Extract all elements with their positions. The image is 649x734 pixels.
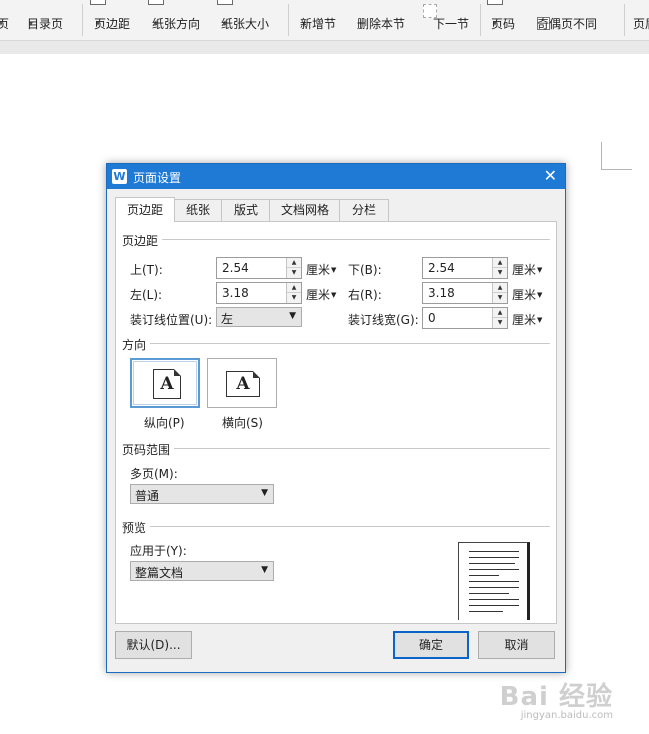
bottom-margin-spinner: ▲▼ — [422, 257, 508, 279]
spin-down-icon[interactable]: ▼ — [493, 318, 507, 328]
ribbon-divider — [288, 4, 289, 36]
left-margin-input[interactable] — [217, 283, 285, 303]
default-button[interactable]: 默认(D)... — [115, 631, 192, 659]
gutter-position-select[interactable]: 左 ▼ — [216, 307, 302, 327]
gutter-width-unit[interactable]: 厘米▼ — [512, 311, 542, 328]
page-preview — [458, 542, 530, 620]
ribbon-cover-page-button[interactable]: 页 ▾ — [0, 0, 9, 40]
wps-writer-icon: W — [112, 169, 127, 184]
orientation-icon — [148, 0, 164, 5]
left-margin-unit[interactable]: 厘米▼ — [306, 286, 336, 303]
chevron-down-icon: ▼ — [261, 565, 268, 575]
multiple-pages-select[interactable]: 普通 ▼ — [130, 484, 274, 504]
ribbon-odd-even-checkbox[interactable]: 奇偶页不同 — [537, 0, 597, 40]
apply-to-select[interactable]: 整篇文档 ▼ — [130, 561, 274, 581]
page-range-section-title: 页码范围 — [122, 441, 175, 458]
ribbon-new-section-button[interactable]: 新增节 ▾ — [300, 0, 336, 40]
close-icon[interactable]: ✕ — [544, 166, 557, 185]
top-margin-unit[interactable]: 厘米▼ — [306, 261, 336, 278]
spin-up-icon[interactable]: ▲ — [493, 308, 507, 318]
ribbon-delete-section-button[interactable]: 删除本节 ▾ — [357, 0, 405, 40]
spin-down-icon[interactable]: ▼ — [287, 268, 301, 278]
chevron-down-icon: ▼ — [537, 316, 543, 324]
margins-section-title: 页边距 — [122, 232, 163, 249]
right-margin-input[interactable] — [423, 283, 491, 303]
landscape-page-icon: A — [226, 371, 260, 397]
apply-to-label: 应用于(Y): — [130, 544, 187, 558]
chevron-down-icon: ▼ — [537, 266, 543, 274]
landscape-option[interactable]: A — [207, 358, 277, 408]
spin-down-icon[interactable]: ▼ — [493, 293, 507, 303]
section-divider — [122, 526, 550, 527]
section-divider — [122, 448, 550, 449]
paper-size-icon — [217, 0, 233, 5]
ribbon-toc-page-button[interactable]: 目录页 ▾ — [27, 0, 63, 40]
spin-up-icon[interactable]: ▲ — [287, 283, 301, 293]
gutter-width-label: 装订线宽(G): — [348, 313, 419, 327]
baidu-watermark: Bai 经验 — [499, 682, 613, 712]
orientation-section-title: 方向 — [122, 336, 151, 353]
landscape-label: 横向(S) — [222, 416, 263, 430]
top-margin-label: 上(T): — [130, 263, 163, 277]
portrait-option[interactable]: A — [130, 358, 200, 408]
right-margin-unit[interactable]: 厘米▼ — [512, 286, 542, 303]
page-setup-dialog: W 页面设置 ✕ 页边距 纸张 版式 文档网格 分栏 页边距 上(T): ▲▼ … — [106, 163, 566, 673]
chevron-down-icon: ▼ — [289, 311, 296, 321]
bottom-margin-input[interactable] — [423, 258, 491, 278]
section-divider — [122, 239, 550, 240]
ribbon-divider — [82, 4, 83, 36]
ribbon-divider — [624, 4, 625, 36]
cancel-button[interactable]: 取消 — [478, 631, 555, 659]
section-divider — [122, 343, 550, 344]
ribbon-paper-size-button[interactable]: 纸张大小 ▾ — [217, 0, 269, 40]
multiple-pages-label: 多页(M): — [130, 467, 178, 481]
page-corner-mark — [601, 142, 602, 170]
left-margin-spinner: ▲▼ — [216, 282, 302, 304]
tab-layout[interactable]: 版式 — [221, 199, 271, 221]
portrait-page-icon: A — [153, 369, 181, 399]
spin-up-icon[interactable]: ▲ — [493, 283, 507, 293]
dialog-titlebar[interactable]: W 页面设置 ✕ — [107, 164, 565, 189]
spin-down-icon[interactable]: ▼ — [493, 268, 507, 278]
ruler-band — [0, 41, 649, 54]
spin-down-icon[interactable]: ▼ — [287, 293, 301, 303]
bottom-margin-unit[interactable]: 厘米▼ — [512, 261, 542, 278]
chevron-down-icon: ▼ — [331, 266, 337, 274]
portrait-label: 纵向(P) — [144, 416, 185, 430]
tab-columns[interactable]: 分栏 — [339, 199, 389, 221]
ribbon-toolbar: 页 ▾ 目录页 ▾ 页边距 ▾ 纸张方向 ▾ 纸张大小 ▾ 新增节 ▾ 删除本节 ▾ 下一节 … — [0, 0, 649, 41]
preview-section-title: 预览 — [122, 519, 151, 536]
chevron-down-icon: ▼ — [331, 291, 337, 299]
ribbon-margins-button[interactable]: 页边距 ▾ — [90, 0, 130, 40]
page-corner-mark — [602, 169, 632, 170]
ok-button[interactable]: 确定 — [393, 631, 469, 659]
top-margin-input[interactable] — [217, 258, 285, 278]
gutter-width-input[interactable] — [423, 308, 491, 328]
tab-paper[interactable]: 纸张 — [173, 199, 223, 221]
top-margin-spinner: ▲▼ — [216, 257, 302, 279]
chevron-down-icon: ▼ — [537, 291, 543, 299]
ribbon-divider — [480, 4, 481, 36]
margins-icon — [90, 0, 106, 5]
tab-margins[interactable]: 页边距 — [115, 197, 175, 222]
bottom-margin-label: 下(B): — [348, 263, 382, 277]
baidu-watermark-url: jingyan.baidu.com — [520, 710, 613, 721]
dialog-title: 页面设置 — [133, 171, 182, 185]
ribbon-orientation-button[interactable]: 纸张方向 ▾ — [148, 0, 200, 40]
spin-up-icon[interactable]: ▲ — [287, 258, 301, 268]
spin-up-icon[interactable]: ▲ — [493, 258, 507, 268]
ribbon-page-number-button[interactable]: 页码 ▾ — [487, 0, 515, 40]
chevron-down-icon: ▼ — [261, 488, 268, 498]
gutter-position-label: 装订线位置(U): — [130, 313, 213, 327]
right-margin-spinner: ▲▼ — [422, 282, 508, 304]
gutter-width-spinner: ▲▼ — [422, 307, 508, 329]
margins-panel: 页边距 上(T): ▲▼ 厘米▼ 下(B): ▲▼ 厘米▼ 左(L): ▲▼ 厘… — [115, 221, 557, 624]
tab-doc-grid[interactable]: 文档网格 — [269, 199, 341, 221]
right-margin-label: 右(R): — [348, 288, 382, 302]
left-margin-label: 左(L): — [130, 288, 163, 302]
page-number-icon — [487, 0, 503, 5]
